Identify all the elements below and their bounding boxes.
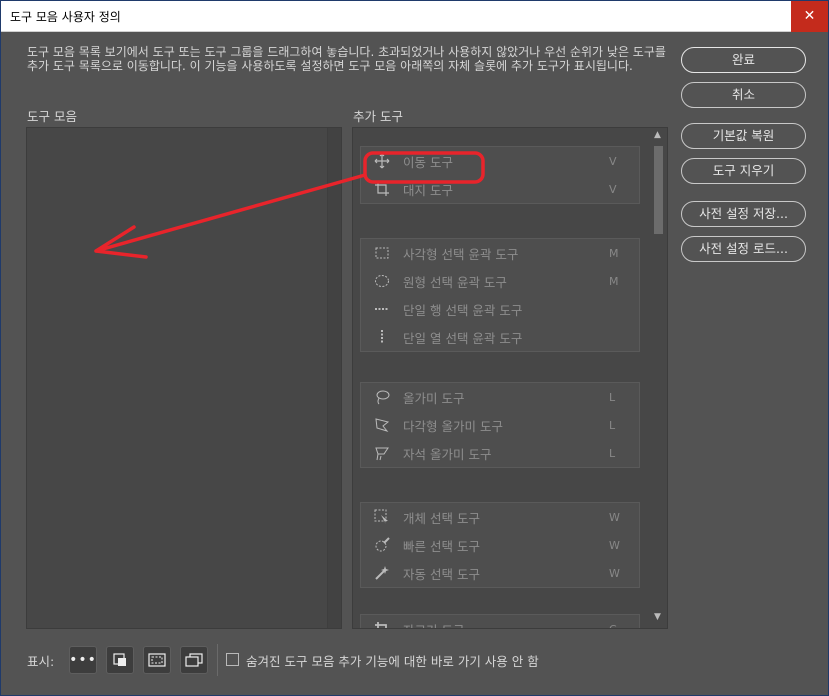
done-button[interactable]: 완료	[681, 47, 806, 73]
quick-select-icon	[361, 537, 403, 553]
load-preset-button[interactable]: 사전 설정 로드...	[681, 236, 806, 262]
tool-item[interactable]: 빠른 선택 도구 W	[361, 531, 639, 559]
tool-item[interactable]: 개체 선택 도구 W	[361, 503, 639, 531]
scroll-thumb[interactable]	[654, 146, 663, 234]
tool-group[interactable]: 이동 도구 V 대지 도구 V	[360, 146, 640, 204]
scroll-up-icon[interactable]: ▲	[654, 130, 661, 140]
color-swatch-button[interactable]	[106, 646, 134, 674]
title-bar: 도구 모음 사용자 정의 ✕	[1, 1, 828, 32]
tool-shortcut: M	[609, 274, 619, 288]
more-dots-button[interactable]: •••	[69, 646, 97, 674]
clear-tools-button[interactable]: 도구 지우기	[681, 158, 806, 184]
tool-name: 빠른 선택 도구	[403, 538, 480, 554]
save-preset-button[interactable]: 사전 설정 저장...	[681, 201, 806, 227]
tool-item[interactable]: 단일 열 선택 윤곽 도구	[361, 323, 639, 351]
single-col-marquee-icon	[361, 329, 403, 345]
tool-shortcut: W	[609, 510, 620, 524]
lasso-icon	[361, 389, 403, 405]
bottom-divider	[217, 644, 218, 676]
magic-wand-icon	[361, 565, 403, 581]
tool-shortcut: C	[609, 622, 617, 629]
extra-tools-label: 추가 도구	[353, 109, 403, 124]
close-button[interactable]: ✕	[791, 1, 828, 32]
ellipsis-icon: •••	[69, 652, 97, 668]
tool-group[interactable]: 자르기 도구C	[360, 614, 640, 629]
tool-shortcut: L	[609, 390, 616, 404]
show-label: 표시:	[27, 654, 55, 669]
tool-shortcut: W	[609, 566, 620, 580]
tool-shortcut: M	[609, 246, 619, 260]
scroll-down-icon[interactable]: ▼	[654, 612, 661, 622]
artboard-icon	[361, 181, 403, 197]
toolbar-list-label: 도구 모음	[27, 109, 77, 124]
tool-name: 다각형 올가미 도구	[403, 418, 503, 434]
extra-tools-list[interactable]: 이동 도구 V 대지 도구 V 사각형 선택 윤곽 도구 M 원형 선택 윤곽 도구 M 단일 …	[352, 127, 668, 629]
screen-mode-button[interactable]	[180, 646, 208, 674]
move-icon	[361, 153, 403, 169]
tool-shortcut: W	[609, 538, 620, 552]
tool-name: 개체 선택 도구	[403, 510, 480, 526]
tool-name: 사각형 선택 윤곽 도구	[403, 246, 519, 262]
tool-name: 대지 도구	[403, 182, 453, 198]
tool-name: 이동 도구	[403, 154, 453, 170]
tool-shortcut: V	[609, 154, 617, 168]
polygon-lasso-icon	[361, 417, 403, 433]
tool-name: 단일 열 선택 윤곽 도구	[403, 330, 523, 346]
description-text: 도구 모음 목록 보기에서 도구 또는 도구 그룹을 드래그하여 놓습니다. 초…	[27, 45, 666, 73]
rect-marquee-icon	[361, 245, 403, 261]
quick-mask-icon	[148, 653, 166, 667]
tool-item[interactable]: 자석 올가미 도구 L	[361, 439, 639, 467]
ellipse-marquee-icon	[361, 273, 403, 289]
tool-item[interactable]: 자동 선택 도구 W	[361, 559, 639, 587]
tool-group[interactable]: 올가미 도구 L 다각형 올가미 도구 L 자석 올가미 도구 L	[360, 382, 640, 468]
screen-mode-icon	[185, 653, 203, 667]
color-swatch-icon	[113, 653, 126, 666]
dialog-title: 도구 모음 사용자 정의	[10, 10, 121, 24]
tool-item[interactable]: 올가미 도구 L	[361, 383, 639, 411]
crop-icon	[361, 621, 403, 628]
disable-shortcuts-checkbox[interactable]	[226, 653, 239, 666]
tool-group[interactable]: 사각형 선택 윤곽 도구 M 원형 선택 윤곽 도구 M 단일 행 선택 윤곽 도구단일…	[360, 238, 640, 352]
tool-item[interactable]: 단일 행 선택 윤곽 도구	[361, 295, 639, 323]
tool-group[interactable]: 개체 선택 도구 W 빠른 선택 도구 W 자동 선택 도구 W	[360, 502, 640, 588]
disable-shortcuts-label: 숨겨진 도구 모음 추가 기능에 대한 바로 가기 사용 안 함	[246, 654, 539, 669]
tool-name: 올가미 도구	[403, 390, 465, 406]
tool-name: 자석 올가미 도구	[403, 446, 492, 462]
extra-tools-scrollbar[interactable]: ▲ ▼	[650, 128, 667, 628]
tool-shortcut: L	[609, 418, 616, 432]
tool-item[interactable]: 다각형 올가미 도구 L	[361, 411, 639, 439]
tool-item[interactable]: 이동 도구 V	[361, 147, 639, 175]
quick-mask-button[interactable]	[143, 646, 171, 674]
restore-defaults-button[interactable]: 기본값 복원	[681, 123, 806, 149]
tool-name: 단일 행 선택 윤곽 도구	[403, 302, 523, 318]
tool-shortcut: V	[609, 182, 617, 196]
object-select-icon	[361, 509, 403, 525]
tool-shortcut: L	[609, 446, 616, 460]
magnetic-lasso-icon	[361, 445, 403, 461]
tool-item[interactable]: 원형 선택 윤곽 도구 M	[361, 267, 639, 295]
toolbar-list[interactable]	[26, 127, 342, 629]
tool-name: 자동 선택 도구	[403, 566, 480, 582]
tool-item[interactable]: 자르기 도구C	[361, 615, 639, 629]
single-row-marquee-icon	[361, 301, 403, 317]
cancel-button[interactable]: 취소	[681, 82, 806, 108]
tool-item[interactable]: 대지 도구 V	[361, 175, 639, 203]
tool-name: 원형 선택 윤곽 도구	[403, 274, 507, 290]
tool-name: 자르기 도구	[403, 620, 609, 629]
customize-toolbar-dialog: 도구 모음 사용자 정의 ✕ 도구 모음 목록 보기에서 도구 또는 도구 그룹…	[0, 0, 829, 696]
tool-item[interactable]: 사각형 선택 윤곽 도구 M	[361, 239, 639, 267]
toolbar-list-scrollbar[interactable]	[327, 128, 341, 628]
